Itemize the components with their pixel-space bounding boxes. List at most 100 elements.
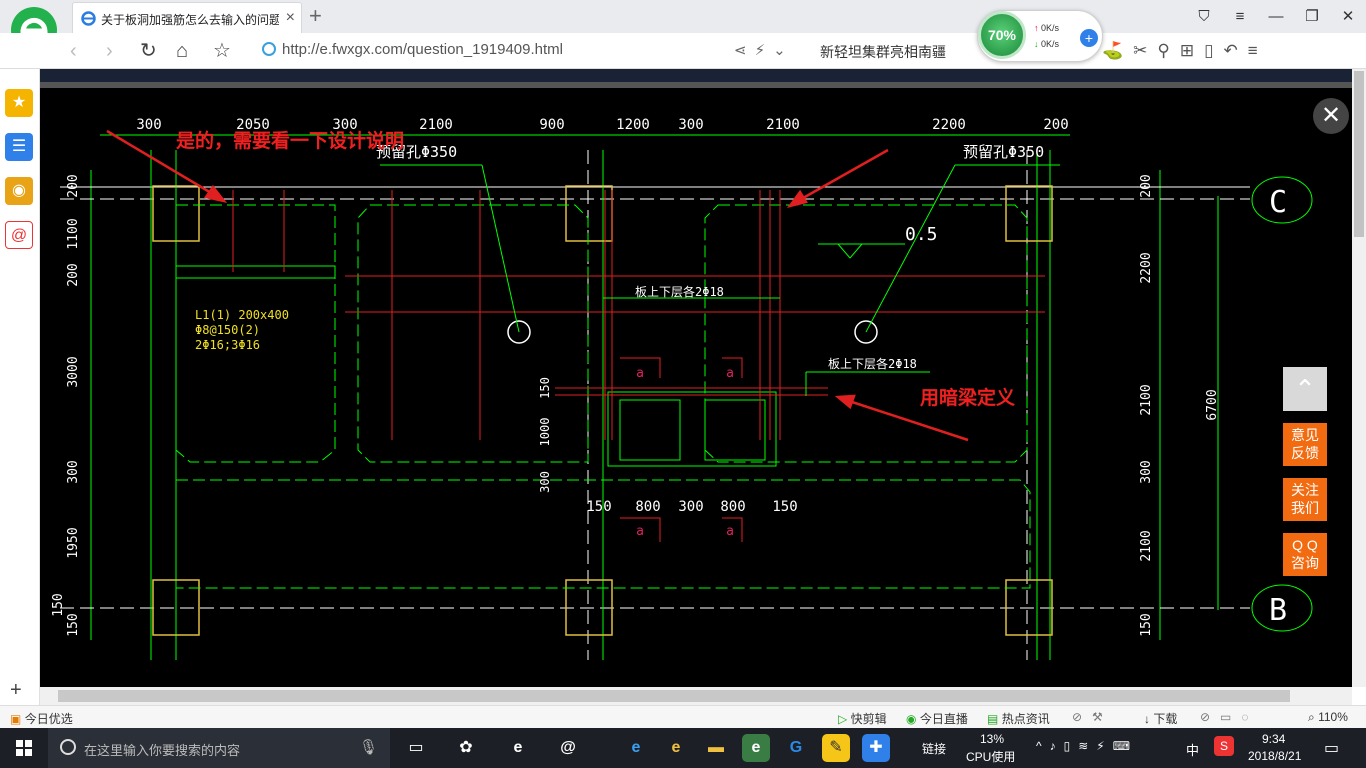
axis-label-c: C — [1269, 185, 1287, 220]
cad-drawing-viewer[interactable]: 300 2050 300 2100 900 1200 300 2100 2200… — [40, 69, 1352, 687]
clock-date[interactable]: 2018/8/21 — [1248, 749, 1301, 763]
gift-icon: ▣ — [10, 712, 22, 726]
menu-icon[interactable]: ≡ — [1222, 0, 1258, 33]
close-viewer-button[interactable]: ✕ — [1313, 98, 1349, 134]
cortana-icon — [60, 739, 76, 755]
clock-time[interactable]: 9:34 — [1262, 732, 1285, 746]
tray-icons[interactable]: ^♪▯≋⚡⌨ — [1036, 739, 1138, 753]
refresh-icon[interactable]: ↻ — [140, 38, 157, 64]
weibo-icon[interactable]: ◉ — [5, 177, 33, 205]
favorite-star-icon[interactable]: ☆ — [213, 38, 231, 64]
today-picks[interactable]: ▣ 今日优选 — [10, 710, 73, 727]
status-tools-2[interactable]: ⊘ ▭ ◌ — [1200, 710, 1249, 724]
tab-active[interactable]: 关于板洞加强筋怎么去输入的问题 × — [72, 2, 302, 33]
forward-icon[interactable]: › — [106, 38, 113, 64]
minimize-button[interactable]: — — [1258, 0, 1294, 33]
favorites-icon[interactable]: ★ — [5, 89, 33, 117]
right-dim: 2100 — [1139, 530, 1154, 561]
network-speed-widget[interactable]: 70% ↑ 0K/s ↓ 0K/s + — [977, 10, 1103, 62]
small-label: a — [636, 366, 644, 381]
beam-spec: L1(1) 200x400 — [195, 308, 289, 322]
hot-search-text[interactable]: 新轻坦集群亮相南疆 — [820, 42, 946, 62]
download-link[interactable]: ↓ 下载 — [1144, 710, 1177, 727]
speed-plus-icon[interactable]: + — [1080, 29, 1098, 47]
status-tools[interactable]: ⊘ ⚒ — [1072, 710, 1103, 724]
edge-icon[interactable]: e — [504, 734, 532, 762]
vertical-scrollbar[interactable] — [1352, 69, 1366, 687]
notes-app-icon[interactable]: ✎ — [822, 734, 850, 762]
hole-label-right: 预留孔Φ350 — [963, 143, 1044, 161]
top-dim: 2200 — [932, 117, 966, 133]
toolbar-icons[interactable]: ⛳✂⚲⊞▯↶≡ — [1102, 41, 1268, 61]
top-dim: 900 — [539, 117, 564, 133]
kuaijianji-link[interactable]: ▷ 快剪辑 — [838, 710, 887, 727]
pinwheel-app-icon[interactable]: ✿ — [452, 734, 480, 762]
left-dim: 3000 — [66, 356, 81, 387]
top-dim: 2100 — [419, 117, 453, 133]
notification-icon[interactable]: ▭ — [1324, 738, 1339, 758]
small-label: a — [726, 524, 734, 539]
reader-icon[interactable]: ☰ — [5, 133, 33, 161]
ime-indicator[interactable]: 中 — [1186, 740, 1199, 759]
sogou-ime-icon[interactable]: S — [1214, 736, 1234, 756]
annotation-hidden-beam: 用暗梁定义 — [920, 386, 1015, 409]
back-icon[interactable]: ‹ — [70, 38, 77, 64]
left-dim: 200 — [66, 174, 81, 197]
beam-label-2: 板上下层各2Φ18 — [828, 356, 917, 371]
window-controls: ⛉ ≡ — ❐ ✕ — [1186, 0, 1366, 33]
left-dim: 150 — [51, 593, 66, 616]
spiral-app-icon[interactable]: @ — [554, 734, 582, 762]
feedback-button[interactable]: 意见 反馈 — [1283, 423, 1327, 466]
right-dim: 2100 — [1139, 384, 1154, 415]
hotnews-link[interactable]: ▤ 热点资讯 — [987, 710, 1050, 727]
vertical-scroll-thumb[interactable] — [1354, 71, 1364, 237]
qq-consult-button[interactable]: Q Q 咨询 — [1283, 533, 1327, 576]
tab-title: 关于板洞加强筋怎么去输入的问题 — [101, 13, 279, 27]
live-icon: ◉ — [906, 712, 917, 726]
horizontal-scrollbar[interactable] — [40, 687, 1352, 705]
mic-icon[interactable]: 🎙 — [359, 738, 378, 756]
bottom-dim: 150 — [586, 499, 611, 515]
play-icon: ▷ — [838, 712, 848, 726]
taskbar-search[interactable]: 在这里输入你要搜索的内容 🎙 — [48, 728, 390, 768]
bottom-dim: 150 — [772, 499, 797, 515]
back-to-top-button[interactable]: ⌃ — [1283, 367, 1327, 411]
cpu-percent: 13% — [980, 732, 1005, 746]
restore-button[interactable]: ❐ — [1294, 0, 1330, 33]
small-label: a — [726, 366, 734, 381]
tab-close-icon[interactable]: × — [286, 8, 295, 28]
task-view-icon[interactable]: ▭ — [402, 734, 430, 762]
mail-icon[interactable]: @ — [5, 221, 33, 249]
close-window-button[interactable]: ✕ — [1330, 0, 1366, 33]
bottom-dim: 800 — [635, 499, 660, 515]
left-dim: 200 — [66, 263, 81, 286]
live-link[interactable]: ◉ 今日直播 — [906, 710, 968, 727]
browser-taskbar-icon[interactable]: e — [742, 734, 770, 762]
home-icon[interactable]: ⌂ — [176, 38, 188, 64]
tab-bar: 关于板洞加强筋怎么去输入的问题 × + ⛉ ≡ — ❐ ✕ — [0, 0, 1366, 54]
download-icon: ↓ — [1144, 712, 1150, 726]
plus-app-icon[interactable]: ✚ — [862, 734, 890, 762]
news-icon: ▤ — [987, 712, 999, 726]
windows-start-icon[interactable] — [16, 740, 32, 756]
address-bar[interactable]: http://e.fwxgx.com/question_1919409.html — [262, 41, 563, 58]
horizontal-scroll-thumb[interactable] — [58, 690, 1290, 702]
share-icons[interactable]: ⋖⚡⌄ — [734, 41, 794, 59]
edge-browser-icon[interactable]: e — [622, 734, 650, 762]
ie-taskbar-icon[interactable]: e — [662, 734, 690, 762]
status-bar: ▣ 今日优选 ▷ 快剪辑 ◉ 今日直播 ▤ 热点资讯 ⊘ ⚒ ↓ 下载 ⊘ ▭ … — [0, 705, 1366, 728]
cad-drawing: 300 2050 300 2100 900 1200 300 2100 2200… — [51, 117, 1313, 660]
file-explorer-icon[interactable]: ▬ — [702, 734, 730, 762]
sidebar-add-button[interactable]: + — [10, 679, 22, 702]
follow-us-button[interactable]: 关注 我们 — [1283, 478, 1327, 521]
annotation-design-note: 是的，需要看一下设计说明 — [176, 129, 404, 152]
ie-icon — [81, 11, 96, 26]
link-label[interactable]: 链接 — [922, 740, 946, 757]
sogou-app-icon[interactable]: G — [782, 734, 810, 762]
zoom-level[interactable]: ⌕ 110% — [1308, 710, 1348, 725]
shirt-icon[interactable]: ⛉ — [1186, 0, 1222, 33]
new-tab-button[interactable]: + — [309, 3, 322, 29]
small-dim: 1000 — [538, 418, 552, 447]
top-dim: 1200 — [616, 117, 650, 133]
small-dim: 300 — [538, 471, 552, 493]
